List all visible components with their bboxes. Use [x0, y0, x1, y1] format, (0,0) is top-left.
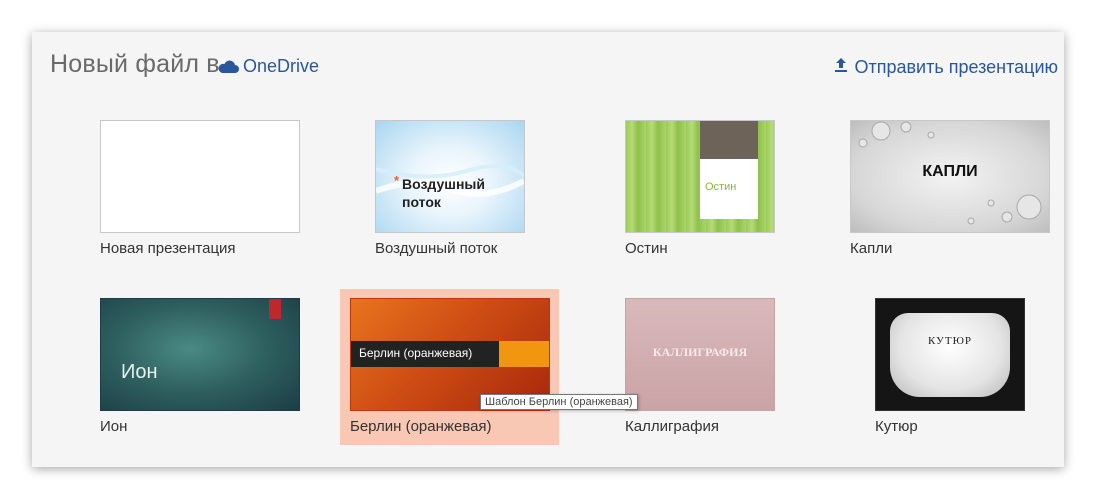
thumb-title: Берлин (оранжевая): [359, 346, 473, 360]
onedrive-label: OneDrive: [243, 56, 320, 76]
thumb-title: Остин: [705, 181, 737, 193]
cloud-icon: [217, 60, 239, 74]
template-thumbnail: * Воздушный поток: [375, 120, 525, 233]
template-tooltip: Шаблон Берлин (оранжевая): [480, 394, 638, 410]
upload-icon: [834, 57, 848, 78]
thumb-title: Ион: [121, 361, 158, 383]
template-thumbnail: КАПЛИ: [850, 120, 1050, 233]
template-label: Воздушный поток: [375, 240, 498, 257]
thumb-title: КАПЛИ: [922, 163, 978, 180]
new-file-panel: Новый файл в OneDrive Отправить презента…: [32, 32, 1064, 467]
template-thumbnail: Остин: [625, 120, 775, 233]
upload-presentation-button[interactable]: Отправить презентацию: [834, 57, 1058, 78]
template-label: Каллиграфия: [625, 418, 719, 435]
thumb-title: КАЛЛИГРАФИЯ: [652, 345, 748, 359]
thumb-title: Воздушный поток: [402, 176, 485, 210]
template-label: Берлин (оранжевая): [350, 418, 492, 435]
template-thumbnail: Ион: [100, 298, 300, 411]
template-thumbnail: КАЛЛИГРАФИЯ: [625, 298, 775, 411]
template-label: Капли: [850, 240, 893, 257]
thumb-title: КУТЮР: [927, 335, 973, 347]
upload-label: Отправить презентацию: [854, 57, 1058, 77]
template-label: Кутюр: [875, 418, 918, 435]
onedrive-location[interactable]: OneDrive: [217, 56, 319, 77]
template-label: Остин: [625, 240, 668, 257]
template-label: Новая презентация: [100, 240, 236, 257]
template-thumbnail: КУТЮР: [875, 298, 1025, 411]
page-title: Новый файл в: [50, 50, 220, 78]
template-label: Ион: [100, 418, 128, 435]
template-thumbnail: [100, 120, 300, 233]
